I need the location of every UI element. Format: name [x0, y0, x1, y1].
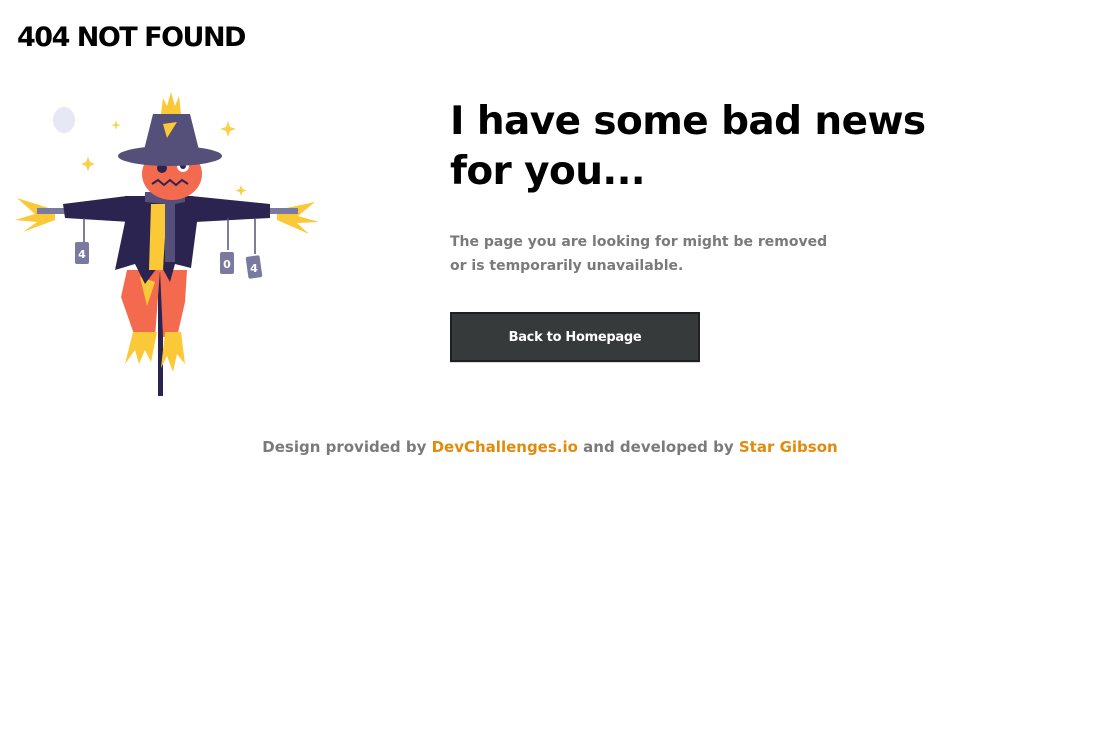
brand-title: 404 NOT FOUND	[17, 22, 246, 53]
svg-text:4: 4	[250, 262, 258, 275]
back-to-homepage-label: Back to Homepage	[508, 329, 642, 345]
page: 404 NOT FOUND 4 0 4 I have some bad news…	[0, 0, 1100, 741]
devchallenges-link[interactable]: DevChallenges.io	[432, 438, 578, 456]
number-tag-0: 0	[220, 218, 234, 274]
moon-icon	[53, 107, 75, 133]
svg-text:0: 0	[223, 258, 231, 271]
svg-text:4: 4	[78, 248, 86, 261]
footer: Design provided by DevChallenges.io and …	[0, 436, 1100, 458]
back-to-homepage-button[interactable]: Back to Homepage	[450, 312, 700, 362]
headline: I have some bad news for you...	[450, 99, 926, 194]
number-tag-4-left: 4	[75, 218, 89, 264]
developer-link[interactable]: Star Gibson	[739, 438, 838, 456]
number-tag-4-right: 4	[245, 218, 263, 279]
footer-middle: and developed by	[583, 438, 734, 456]
scarecrow-illustration: 4 0 4	[15, 92, 319, 396]
footer-prefix: Design provided by	[262, 438, 427, 456]
error-message: The page you are looking for might be re…	[450, 234, 828, 274]
